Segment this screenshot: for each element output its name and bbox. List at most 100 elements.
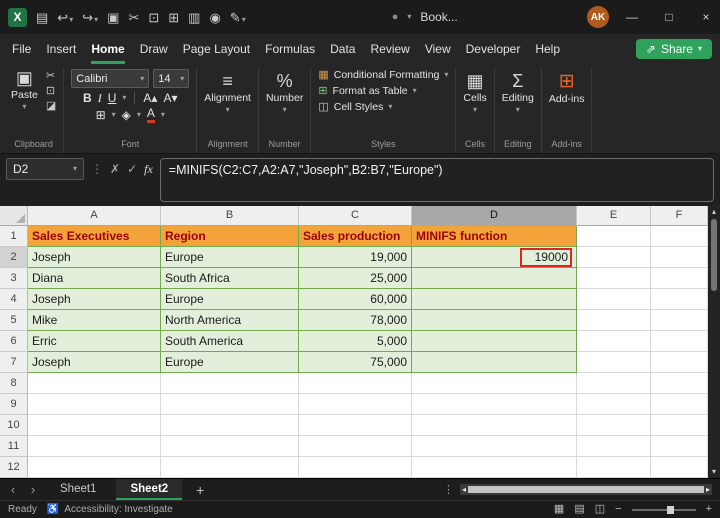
menu-tab-help[interactable]: Help bbox=[535, 34, 560, 64]
column-header-D[interactable]: D bbox=[412, 206, 577, 226]
menu-tab-review[interactable]: Review bbox=[370, 34, 409, 64]
accessibility-status[interactable]: ♿ Accessibility: Investigate bbox=[47, 504, 173, 515]
cell-E2[interactable] bbox=[577, 247, 651, 268]
sheet-tab-sheet1[interactable]: Sheet1 bbox=[46, 479, 110, 500]
select-all-button[interactable] bbox=[0, 206, 28, 226]
cell-C8[interactable] bbox=[299, 373, 412, 394]
sheet-options-icon[interactable]: ⋮ bbox=[443, 483, 454, 496]
cell-E4[interactable] bbox=[577, 289, 651, 310]
cell-B7[interactable]: Europe bbox=[161, 352, 299, 373]
column-header-A[interactable]: A bbox=[28, 206, 161, 226]
cell-C3[interactable]: 25,000 bbox=[299, 268, 412, 289]
page-break-view-icon[interactable]: ◫ bbox=[595, 504, 605, 515]
cell-F6[interactable] bbox=[651, 331, 708, 352]
copy-icon[interactable]: ⊡ bbox=[148, 11, 159, 24]
increase-font-size-icon[interactable]: A▴ bbox=[143, 92, 157, 104]
cell-A4[interactable]: Joseph bbox=[28, 289, 161, 310]
camera-icon[interactable]: ◉ bbox=[209, 11, 220, 24]
cell-B11[interactable] bbox=[161, 436, 299, 457]
cell-B9[interactable] bbox=[161, 394, 299, 415]
horizontal-scroll-thumb[interactable] bbox=[468, 486, 704, 493]
number-button[interactable]: % Number ▾ bbox=[266, 69, 303, 114]
font-size-select[interactable]: 14▾ bbox=[153, 69, 189, 88]
addins-button[interactable]: ⊞ Add-ins bbox=[549, 69, 585, 105]
cell-E9[interactable] bbox=[577, 394, 651, 415]
cell-B6[interactable]: South America bbox=[161, 331, 299, 352]
cell-A12[interactable] bbox=[28, 457, 161, 478]
formula-bar-handle[interactable]: ⋮ bbox=[91, 158, 103, 180]
cell-D11[interactable] bbox=[412, 436, 577, 457]
cell-F3[interactable] bbox=[651, 268, 708, 289]
cell-F1[interactable] bbox=[651, 226, 708, 247]
cell-E12[interactable] bbox=[577, 457, 651, 478]
zoom-slider[interactable] bbox=[632, 509, 696, 511]
cell-F10[interactable] bbox=[651, 415, 708, 436]
menu-tab-home[interactable]: Home bbox=[91, 34, 124, 64]
row-header-1[interactable]: 1 bbox=[0, 226, 28, 247]
row-header-9[interactable]: 9 bbox=[0, 394, 28, 415]
cell-A1[interactable]: Sales Executives bbox=[28, 226, 161, 247]
row-header-10[interactable]: 10 bbox=[0, 415, 28, 436]
cell-C1[interactable]: Sales production bbox=[299, 226, 412, 247]
cell-A8[interactable] bbox=[28, 373, 161, 394]
vertical-scrollbar[interactable]: ▴ ▾ bbox=[708, 206, 720, 478]
cell-D1[interactable]: MINIFS function bbox=[412, 226, 577, 247]
menu-tab-data[interactable]: Data bbox=[330, 34, 355, 64]
cut-icon[interactable]: ✂ bbox=[46, 71, 56, 82]
font-name-select[interactable]: Calibri▾ bbox=[71, 69, 149, 88]
sheet-nav-right-icon[interactable]: › bbox=[26, 483, 40, 496]
cell-B3[interactable]: South Africa bbox=[161, 268, 299, 289]
borders-icon[interactable]: ⊞ bbox=[96, 109, 106, 121]
cell-D8[interactable] bbox=[412, 373, 577, 394]
row-header-6[interactable]: 6 bbox=[0, 331, 28, 352]
cell-F2[interactable] bbox=[651, 247, 708, 268]
cell-E7[interactable] bbox=[577, 352, 651, 373]
new-sheet-button[interactable]: + bbox=[196, 482, 204, 498]
cell-A9[interactable] bbox=[28, 394, 161, 415]
underline-button[interactable]: U bbox=[108, 92, 117, 104]
cell-F9[interactable] bbox=[651, 394, 708, 415]
cell-C4[interactable]: 60,000 bbox=[299, 289, 412, 310]
column-header-F[interactable]: F bbox=[651, 206, 708, 226]
title-dropdown-icon[interactable]: ▾ bbox=[407, 13, 411, 21]
page-layout-view-icon[interactable]: ▤ bbox=[574, 504, 584, 515]
cell-D6[interactable] bbox=[412, 331, 577, 352]
cell-A10[interactable] bbox=[28, 415, 161, 436]
cell-E8[interactable] bbox=[577, 373, 651, 394]
row-header-5[interactable]: 5 bbox=[0, 310, 28, 331]
table-icon[interactable]: ⊞ bbox=[168, 11, 179, 24]
cell-F12[interactable] bbox=[651, 457, 708, 478]
cell-C12[interactable] bbox=[299, 457, 412, 478]
maximize-button[interactable]: □ bbox=[655, 0, 683, 34]
menu-tab-insert[interactable]: Insert bbox=[46, 34, 76, 64]
vertical-scroll-thumb[interactable] bbox=[711, 219, 717, 291]
cell-B12[interactable] bbox=[161, 457, 299, 478]
cell-E1[interactable] bbox=[577, 226, 651, 247]
row-header-11[interactable]: 11 bbox=[0, 436, 28, 457]
editing-button[interactable]: Σ Editing ▾ bbox=[502, 69, 534, 114]
share-button[interactable]: ⇗ Share ▾ bbox=[636, 39, 712, 59]
cut-icon[interactable]: ✂ bbox=[128, 11, 139, 24]
fill-color-icon[interactable]: ◈ bbox=[122, 109, 131, 121]
menu-tab-draw[interactable]: Draw bbox=[140, 34, 168, 64]
name-box[interactable]: D2 ▾ bbox=[6, 158, 84, 180]
draw-pen-button[interactable]: ✎▾ bbox=[230, 11, 246, 24]
sheet-tab-sheet2[interactable]: Sheet2 bbox=[116, 479, 182, 500]
column-header-C[interactable]: C bbox=[299, 206, 412, 226]
row-header-12[interactable]: 12 bbox=[0, 457, 28, 478]
printer-icon[interactable]: ▥ bbox=[188, 11, 200, 24]
cell-D2[interactable]: 19000 bbox=[412, 247, 577, 268]
insert-function-button[interactable]: fx bbox=[144, 158, 153, 180]
cell-A5[interactable]: Mike bbox=[28, 310, 161, 331]
cell-C9[interactable] bbox=[299, 394, 412, 415]
cell-F4[interactable] bbox=[651, 289, 708, 310]
decrease-font-size-icon[interactable]: A▾ bbox=[163, 92, 177, 104]
redo-button[interactable]: ↪▾ bbox=[82, 11, 98, 24]
conditional-formatting-button[interactable]: ▦ Conditional Formatting ▾ bbox=[318, 69, 448, 81]
cell-E11[interactable] bbox=[577, 436, 651, 457]
cell-D4[interactable] bbox=[412, 289, 577, 310]
row-header-8[interactable]: 8 bbox=[0, 373, 28, 394]
row-header-4[interactable]: 4 bbox=[0, 289, 28, 310]
cell-F11[interactable] bbox=[651, 436, 708, 457]
cell-F7[interactable] bbox=[651, 352, 708, 373]
